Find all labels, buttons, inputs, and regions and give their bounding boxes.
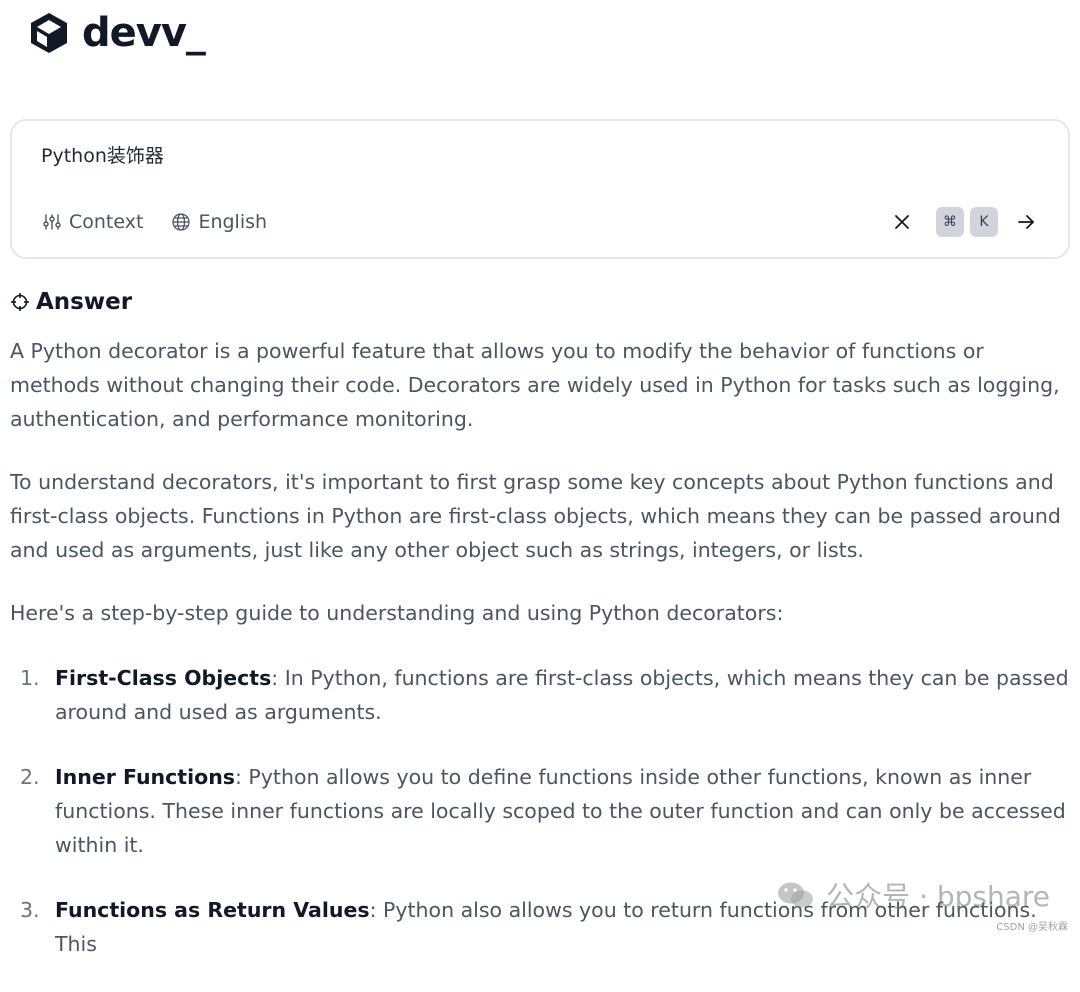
language-label: English: [198, 211, 268, 233]
step-number: 2.: [20, 765, 40, 789]
wechat-icon: [778, 882, 814, 908]
cube-icon: [31, 13, 67, 53]
context-label: Context: [69, 211, 144, 233]
step-title: Inner Functions: [55, 765, 235, 789]
list-item: 2. Inner Functions: Python allows you to …: [10, 760, 1072, 862]
search-actions: ⌘ K: [888, 207, 1040, 237]
shortcut-k-key: K: [970, 207, 998, 237]
list-item: 1. First-Class Objects: In Python, functi…: [10, 661, 1072, 729]
watermark-text: 公众号 · bpshare: [826, 880, 1050, 913]
shortcut-cmd-key: ⌘: [936, 207, 964, 237]
language-button[interactable]: English: [171, 211, 267, 233]
watermark: 公众号 · bpshare: [776, 875, 1050, 915]
answer-paragraph: To understand decorators, it's important…: [10, 470, 1061, 562]
context-button[interactable]: Context: [42, 211, 143, 233]
close-icon: [895, 215, 909, 229]
step-number: 1.: [20, 666, 40, 690]
search-query[interactable]: Python装饰器: [41, 141, 164, 168]
step-title: First-Class Objects: [55, 666, 272, 690]
devv-logo[interactable]: devv_: [26, 10, 206, 56]
csdn-watermark: CSDN @吴秋霖: [996, 922, 1068, 933]
submit-button[interactable]: [1012, 208, 1040, 236]
search-box[interactable]: Python装饰器 Context English ⌘ K: [10, 119, 1070, 259]
answer-heading: Answer: [36, 289, 133, 315]
sliders-icon: [43, 214, 61, 230]
arrow-right-icon: [1018, 215, 1034, 229]
answer-header: Answer: [10, 289, 132, 315]
step-title: Functions as Return Values: [55, 898, 370, 922]
step-number: 3.: [20, 898, 40, 922]
brand-name: devv_: [82, 10, 206, 56]
clear-button[interactable]: [888, 208, 916, 236]
crosshair-icon: [11, 293, 29, 311]
steps-list: 1. First-Class Objects: In Python, functi…: [10, 661, 1072, 961]
answer-paragraph: A Python decorator is a powerful feature…: [10, 339, 1060, 431]
globe-icon: [172, 213, 191, 231]
search-tools: Context English: [42, 211, 267, 233]
answer-paragraph: Here's a step-by-step guide to understan…: [10, 601, 784, 625]
